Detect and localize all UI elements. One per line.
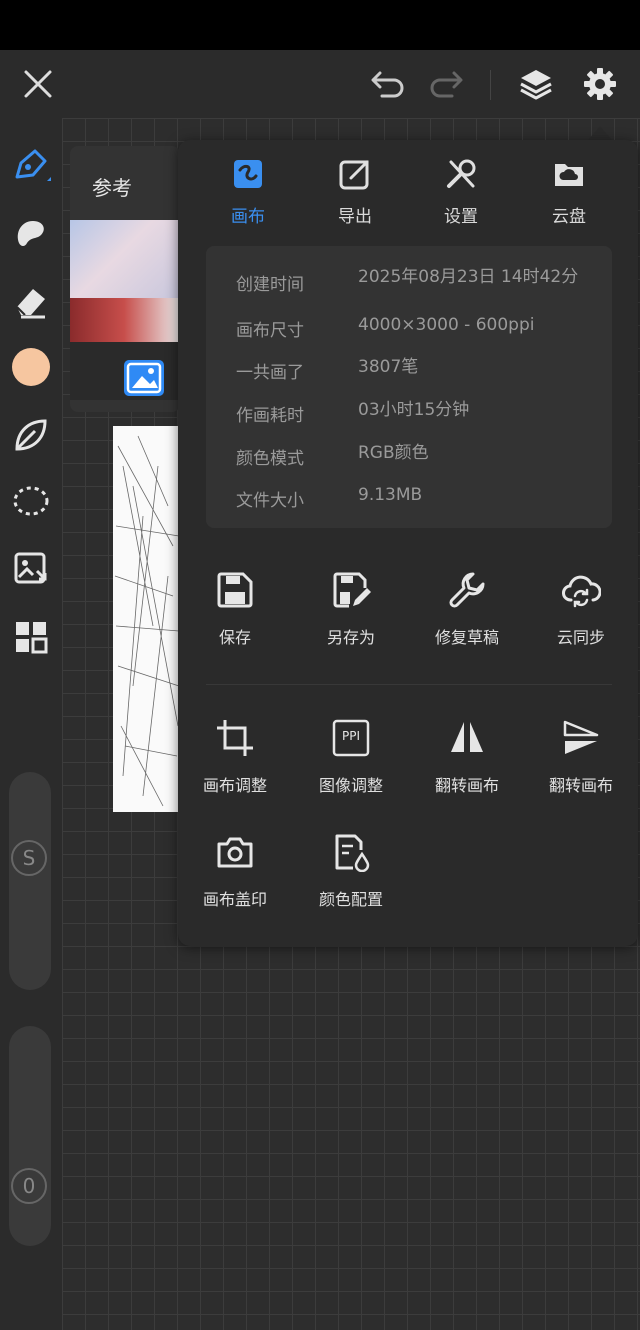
- info-label: 颜色模式: [236, 449, 304, 469]
- image-adjust-icon[interactable]: [8, 546, 54, 592]
- opacity-knob[interactable]: 0: [11, 1168, 47, 1204]
- image-adjust-button[interactable]: PPI 图像调整: [296, 718, 406, 796]
- reference-title: 参考: [92, 176, 132, 200]
- ppi-text: PPI: [341, 729, 360, 743]
- save-as-icon: [331, 570, 371, 610]
- action-label: 另存为: [326, 628, 375, 647]
- redo-icon[interactable]: [424, 64, 468, 104]
- info-label: 创建时间: [236, 275, 304, 295]
- info-label: 文件大小: [236, 491, 304, 511]
- tab-cloud-drive[interactable]: 云盘: [524, 156, 614, 236]
- info-label: 一共画了: [236, 363, 304, 383]
- reference-image[interactable]: [70, 220, 178, 298]
- tab-canvas[interactable]: 画布: [203, 156, 293, 236]
- add-image-icon[interactable]: [124, 360, 164, 396]
- undo-icon[interactable]: [366, 64, 410, 104]
- menu-caret: [588, 126, 612, 140]
- repair-draft-button[interactable]: 修复草稿: [412, 570, 522, 648]
- tab-export[interactable]: 导出: [310, 156, 400, 236]
- settings-menu: 画布 导出 设置 云盘 创建时间 2025年08月23日 14时42分 画布尺寸…: [178, 140, 638, 946]
- tab-label: 画布: [231, 207, 265, 227]
- pen-icon[interactable]: [8, 142, 54, 188]
- settings-tools-icon: [443, 156, 479, 192]
- action-label: 颜色配置: [318, 890, 383, 909]
- save-button[interactable]: 保存: [180, 570, 290, 648]
- export-icon: [337, 156, 373, 192]
- info-value: 2025年08月23日 14时42分: [358, 267, 579, 287]
- action-label: 画布盖印: [202, 890, 267, 909]
- reference-panel[interactable]: 参考: [70, 146, 180, 412]
- info-value: 03小时15分钟: [358, 400, 470, 420]
- color-config-button[interactable]: 颜色配置: [296, 832, 406, 910]
- color-profile-icon: [331, 832, 371, 873]
- cloud-sync-button[interactable]: 云同步: [526, 570, 636, 648]
- canvas-stamp-button[interactable]: 画布盖印: [180, 832, 290, 910]
- ppi-icon: PPI: [331, 718, 371, 758]
- reference-image[interactable]: [70, 298, 178, 342]
- crop-icon: [215, 718, 255, 758]
- tab-label: 导出: [338, 207, 372, 227]
- brush-size-knob[interactable]: S: [11, 840, 47, 876]
- cloud-drive-icon: [551, 156, 587, 192]
- grid-icon[interactable]: [8, 614, 54, 660]
- flip-canvas-vertical-button[interactable]: 翻转画布: [526, 718, 636, 796]
- smudge-icon[interactable]: [8, 210, 54, 256]
- camera-icon: [215, 832, 255, 872]
- color-swatch[interactable]: [12, 348, 50, 386]
- action-label: 保存: [218, 628, 251, 647]
- canvas-icon: [230, 156, 266, 192]
- menu-separator: [206, 684, 612, 685]
- info-value: 4000×3000 - 600ppi: [358, 315, 535, 335]
- info-value: 3807笔: [358, 357, 419, 377]
- action-label: 翻转画布: [548, 776, 613, 795]
- canvas-info: 创建时间 2025年08月23日 14时42分 画布尺寸 4000×3000 -…: [206, 246, 612, 528]
- info-label: 画布尺寸: [236, 321, 304, 341]
- brush-size-slider[interactable]: S: [9, 772, 51, 990]
- wrench-icon: [447, 570, 487, 610]
- toolbar-divider: [490, 70, 491, 100]
- eraser-icon[interactable]: [8, 278, 54, 324]
- lasso-icon[interactable]: [8, 478, 54, 524]
- action-label: 云同步: [556, 628, 605, 647]
- cloud-sync-icon: [561, 570, 602, 610]
- info-value: 9.13MB: [358, 485, 423, 505]
- sketch-canvas[interactable]: [113, 426, 181, 812]
- info-value: RGB颜色: [358, 443, 429, 463]
- flip-horizontal-icon: [447, 718, 487, 758]
- action-label: 图像调整: [318, 776, 383, 795]
- action-label: 画布调整: [202, 776, 267, 795]
- action-label: 修复草稿: [434, 628, 499, 647]
- flip-canvas-horizontal-button[interactable]: 翻转画布: [412, 718, 522, 796]
- save-as-button[interactable]: 另存为: [296, 570, 406, 648]
- opacity-slider[interactable]: 0: [9, 1026, 51, 1246]
- canvas-adjust-button[interactable]: 画布调整: [180, 718, 290, 796]
- info-label: 作画耗时: [236, 406, 304, 426]
- close-icon[interactable]: [18, 64, 58, 104]
- tab-settings[interactable]: 设置: [416, 156, 506, 236]
- tab-label: 设置: [444, 207, 478, 227]
- floppy-disk-icon: [215, 570, 255, 610]
- status-bar: [0, 0, 640, 50]
- flip-vertical-icon: [561, 718, 601, 758]
- layers-icon[interactable]: [514, 64, 558, 104]
- leaf-icon[interactable]: [8, 412, 54, 458]
- gear-icon[interactable]: [578, 64, 622, 104]
- action-label: 翻转画布: [434, 776, 499, 795]
- tab-label: 云盘: [552, 207, 586, 227]
